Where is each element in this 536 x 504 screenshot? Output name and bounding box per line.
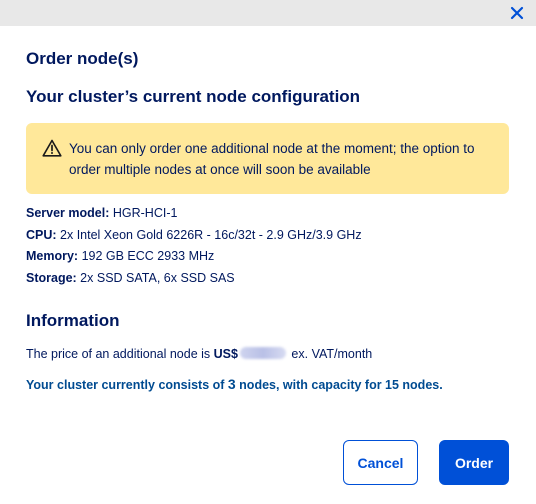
spec-label: Memory: <box>26 249 79 263</box>
modal-title: Order node(s) <box>26 49 139 68</box>
spec-label: Server model: <box>26 206 110 220</box>
capacity-suffix: nodes, with capacity for 15 nodes. <box>235 378 443 392</box>
node-count: 3 <box>227 376 236 392</box>
order-button[interactable]: Order <box>439 440 509 485</box>
config-section-title: Your cluster’s current node configuratio… <box>26 87 361 106</box>
spec-value: HGR-HCI-1 <box>109 206 178 220</box>
close-button[interactable] <box>507 3 527 23</box>
spec-storage: Storage: 2x SSD SATA, 6x SSD SAS <box>26 268 362 290</box>
spec-label: CPU: <box>26 227 57 242</box>
price-prefix: The price of an additional node is <box>26 347 214 361</box>
spec-memory: Memory: 192 GB ECC 2933 MHz <box>26 246 362 268</box>
spec-value: 2x Intel Xeon Gold 6226R - 16c/32t - 2.9… <box>56 227 362 242</box>
spec-cpu: CPU: 2x Intel Xeon Gold 6226R - 16c/32t … <box>26 225 362 247</box>
price-suffix: ex. VAT/month <box>287 347 373 361</box>
cancel-button[interactable]: Cancel <box>343 440 418 485</box>
price-currency: US$ <box>213 347 238 361</box>
spec-value: 192 GB ECC 2933 MHz <box>78 249 215 263</box>
node-specs: Server model: HGR-HCI-1 CPU: 2x Intel Xe… <box>26 203 362 289</box>
warning-message: You can only order one additional node a… <box>26 123 509 194</box>
price-line: The price of an additional node is US$ e… <box>26 347 372 361</box>
spec-value: 2x SSD SATA, 6x SSD SAS <box>76 270 235 285</box>
capacity-prefix: Your cluster currently consists of <box>26 378 228 392</box>
spec-label: Storage: <box>26 270 77 285</box>
warning-icon <box>42 139 62 157</box>
close-icon <box>510 6 524 20</box>
redacted-price <box>239 347 286 359</box>
spec-server-model: Server model: HGR-HCI-1 <box>26 203 362 225</box>
warning-text: You can only order one additional node a… <box>69 141 475 177</box>
modal-header-bar <box>0 0 536 26</box>
information-title: Information <box>26 311 120 330</box>
capacity-line: Your cluster currently consists of 3 nod… <box>26 376 443 392</box>
